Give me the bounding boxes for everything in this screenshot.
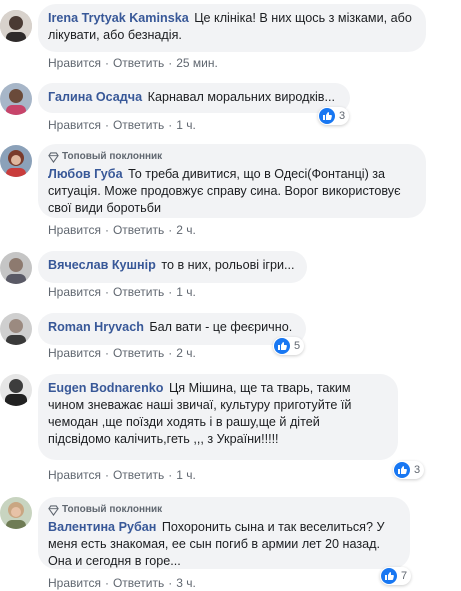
separator: · — [168, 56, 173, 70]
avatar[interactable] — [0, 497, 32, 529]
comment-author[interactable]: Валентина Рубан — [48, 520, 156, 534]
top-fan-label: Топовый поклонник — [62, 151, 163, 162]
avatar[interactable] — [0, 83, 32, 115]
comment-time[interactable]: 1 ч. — [176, 468, 196, 482]
separator: · — [168, 223, 173, 237]
like-link[interactable]: Нравится — [48, 468, 101, 482]
reply-link[interactable]: Ответить — [113, 576, 164, 590]
like-link[interactable]: Нравится — [48, 576, 101, 590]
separator: · — [168, 346, 173, 360]
avatar-photo-icon — [0, 252, 32, 284]
reply-link[interactable]: Ответить — [113, 118, 164, 132]
avatar-photo-icon — [0, 497, 32, 529]
like-reaction-icon — [381, 568, 397, 584]
avatar[interactable] — [0, 374, 32, 406]
separator: · — [104, 576, 109, 590]
avatar[interactable] — [0, 313, 32, 345]
reaction-count[interactable]: 7 — [380, 567, 412, 585]
comment-actions: Нравится · Ответить · 1 ч. — [48, 468, 196, 482]
comment-text: то в них, рольові ігри... — [161, 258, 295, 272]
comment-author[interactable]: Вячеслав Кушнір — [48, 258, 156, 272]
separator: · — [104, 56, 109, 70]
comment-time[interactable]: 2 ч. — [176, 346, 196, 360]
reaction-count[interactable]: 5 — [273, 337, 305, 355]
comment-author[interactable]: Roman Hryvach — [48, 320, 144, 334]
avatar-photo-icon — [0, 10, 32, 42]
comment-actions: Нравится · Ответить · 1 ч. — [48, 285, 196, 299]
avatar-photo-icon — [0, 83, 32, 115]
separator: · — [104, 346, 109, 360]
top-fan-badge: Топовый поклонник — [48, 150, 416, 164]
comment-bubble: Топовый поклонник Любов Губа То треба ди… — [38, 144, 426, 218]
separator: · — [104, 223, 109, 237]
comment-bubble: Галина Осадча Карнавал моральних виродкі… — [38, 83, 350, 113]
comment-actions: Нравится · Ответить · 3 ч. — [48, 576, 196, 590]
comment-text: Карнавал моральних виродків... — [147, 90, 335, 104]
reaction-count[interactable]: 3 — [393, 461, 425, 479]
separator: · — [168, 285, 173, 299]
like-link[interactable]: Нравится — [48, 346, 101, 360]
avatar-photo-icon — [0, 313, 32, 345]
reply-link[interactable]: Ответить — [113, 468, 164, 482]
reaction-count-value: 5 — [294, 340, 301, 352]
reaction-count-value: 3 — [414, 464, 421, 476]
comment-author[interactable]: Галина Осадча — [48, 90, 142, 104]
reply-link[interactable]: Ответить — [113, 346, 164, 360]
comment-actions: Нравится · Ответить · 2 ч. — [48, 223, 196, 237]
comment-time[interactable]: 2 ч. — [176, 223, 196, 237]
like-link[interactable]: Нравится — [48, 223, 101, 237]
comment-time[interactable]: 1 ч. — [176, 285, 196, 299]
separator: · — [168, 468, 173, 482]
separator: · — [104, 468, 109, 482]
top-fan-badge: Топовый поклонник — [48, 503, 400, 517]
comment-bubble: Eugen Bodnarenko Ця Мішина, ще та тварь,… — [38, 374, 398, 460]
avatar[interactable] — [0, 10, 32, 42]
comment-actions: Нравится · Ответить · 25 мин. — [48, 56, 218, 70]
separator: · — [104, 285, 109, 299]
like-link[interactable]: Нравится — [48, 285, 101, 299]
comment-bubble: Вячеслав Кушнір то в них, рольові ігри..… — [38, 251, 307, 283]
comment-time[interactable]: 25 мин. — [176, 56, 218, 70]
comment-actions: Нравится · Ответить · 2 ч. — [48, 346, 196, 360]
like-link[interactable]: Нравится — [48, 56, 101, 70]
reply-link[interactable]: Ответить — [113, 285, 164, 299]
comment-time[interactable]: 3 ч. — [176, 576, 196, 590]
separator: · — [168, 118, 173, 132]
diamond-icon — [48, 151, 59, 163]
like-reaction-icon — [274, 338, 290, 354]
comment-bubble: Топовый поклонник Валентина Рубан Похоро… — [38, 497, 410, 569]
avatar-photo-icon — [0, 374, 32, 406]
comment-time[interactable]: 1 ч. — [176, 118, 196, 132]
diamond-icon — [48, 504, 59, 516]
reaction-count-value: 3 — [339, 110, 346, 122]
avatar-photo-icon — [0, 145, 32, 177]
like-reaction-icon — [319, 108, 335, 124]
top-fan-label: Топовый поклонник — [62, 504, 163, 515]
comment-bubble: Roman Hryvach Бал вати - це феєрично. — [38, 313, 306, 345]
like-reaction-icon — [394, 462, 410, 478]
comment-actions: Нравится · Ответить · 1 ч. — [48, 118, 196, 132]
avatar[interactable] — [0, 145, 32, 177]
comment-author[interactable]: Irena Trytyak Kaminska — [48, 11, 189, 25]
comment-author[interactable]: Eugen Bodnarenko — [48, 381, 163, 395]
reply-link[interactable]: Ответить — [113, 223, 164, 237]
comment-author[interactable]: Любов Губа — [48, 167, 123, 181]
separator: · — [168, 576, 173, 590]
reaction-count[interactable]: 3 — [318, 107, 350, 125]
avatar[interactable] — [0, 252, 32, 284]
reaction-count-value: 7 — [401, 570, 408, 582]
comment-bubble: Irena Trytyak Kaminska Це клініка! В них… — [38, 4, 426, 52]
separator: · — [104, 118, 109, 132]
like-link[interactable]: Нравится — [48, 118, 101, 132]
reply-link[interactable]: Ответить — [113, 56, 164, 70]
comment-text: Бал вати - це феєрично. — [149, 320, 293, 334]
